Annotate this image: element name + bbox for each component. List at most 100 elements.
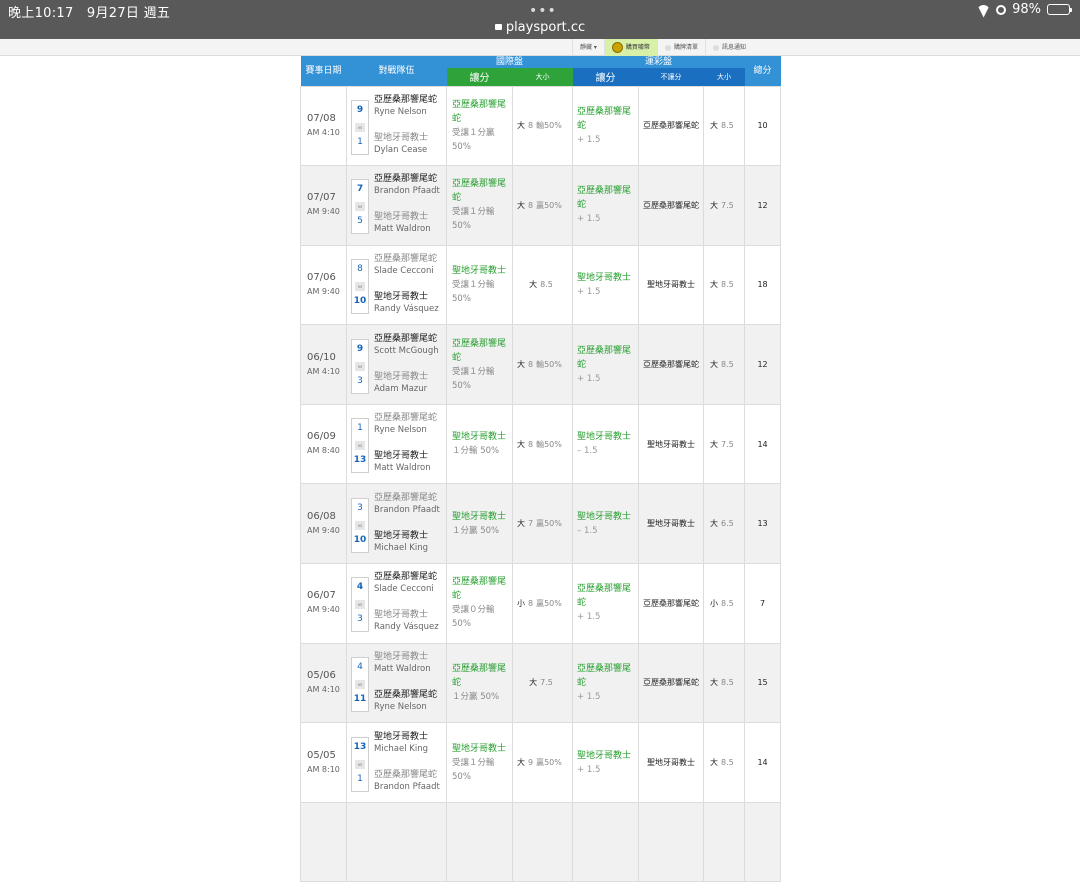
score-home: 1 bbox=[357, 773, 363, 784]
tab-label: 靜藏 ▾ bbox=[580, 44, 597, 51]
intl-spread-result: １分贏 50% bbox=[452, 691, 500, 702]
sl-ou-cell: 大 8.5 bbox=[703, 85, 746, 167]
score-box: 3 vs 10 bbox=[351, 497, 369, 553]
ios-status-bar: 晚上10:17 9月27日 週五 ••• playsport.cc 98% bbox=[0, 0, 1080, 39]
sl-spread-cell: 亞歷桑那響尾蛇 + 1.5 bbox=[572, 165, 640, 246]
sl-spread-pick: 亞歷桑那響尾蛇 bbox=[577, 106, 632, 131]
tab-buy-coins[interactable]: 購買噱幣 bbox=[603, 39, 657, 56]
vs-label: vs bbox=[355, 520, 365, 530]
sl-nospread-pick: 亞歷桑那響尾蛇 bbox=[643, 360, 700, 370]
sl-spread-cell: 亞歷桑那響尾蛇 + 1.5 bbox=[572, 85, 640, 167]
sl-spread-pick: 聖地牙哥教士 bbox=[577, 272, 632, 283]
away-team: 亞歷桑那響尾蛇 Slade Cecconi bbox=[374, 571, 437, 595]
game-date-cell: 07/08 AM 4:10 bbox=[300, 85, 347, 167]
vs-label: vs bbox=[355, 122, 365, 132]
sl-spread-value: – 1.5 bbox=[577, 446, 598, 457]
sl-nospread-pick: 聖地牙哥教士 bbox=[647, 280, 696, 290]
intl-spread-result: 受讓１分輸50% bbox=[452, 279, 495, 304]
sl-ou-line: 8.5 bbox=[721, 121, 734, 131]
sl-nospread-pick: 亞歷桑那響尾蛇 bbox=[643, 121, 700, 131]
away-team: 亞歷桑那響尾蛇 Brandon Pfaadt bbox=[374, 492, 440, 516]
game-date: 07/08 bbox=[307, 112, 336, 124]
away-team: 聖地牙哥教士 Matt Waldron bbox=[374, 651, 431, 675]
team-name: 聖地牙哥教士 bbox=[374, 651, 429, 662]
team-name: 亞歷桑那響尾蛇 bbox=[374, 572, 438, 583]
multitask-dots-icon[interactable]: ••• bbox=[529, 3, 557, 19]
pitcher-name: Matt Waldron bbox=[374, 224, 431, 235]
team-name: 聖地牙哥教士 bbox=[374, 291, 429, 302]
total-score-cell: 12 bbox=[744, 165, 782, 246]
table-row: 07/08 AM 4:10 9 vs 1 亞歷桑那響尾蛇 Ryne Nelson 聖地牙哥教士… bbox=[300, 85, 782, 167]
pitcher-name: Brandon Pfaadt bbox=[374, 504, 440, 515]
intl-ou-side: 小 bbox=[517, 598, 525, 608]
tab-notifications[interactable]: 訊息通知 bbox=[704, 39, 753, 56]
intl-spread-result: 受讓１分輸50% bbox=[452, 757, 495, 782]
score-box: 4 vs 11 bbox=[351, 656, 369, 712]
intl-ou-line: 7 bbox=[528, 519, 534, 529]
header-total: 總分 bbox=[744, 56, 781, 86]
pitcher-name: Randy Vásquez bbox=[374, 622, 439, 633]
sl-spread-pick: 聖地牙哥教士 bbox=[577, 511, 632, 522]
game-time: AM 4:10 bbox=[307, 366, 340, 376]
away-team: 亞歷桑那響尾蛇 Ryne Nelson bbox=[374, 94, 437, 118]
team-name: 聖地牙哥教士 bbox=[374, 530, 429, 541]
sl-ou-cell: 大 8.5 bbox=[703, 722, 746, 803]
intl-ou-cell: 大 8 輸50% bbox=[511, 403, 574, 485]
intl-ou-cell: 大 9 贏50% bbox=[511, 722, 574, 803]
intl-spread-pick: 亞歷桑那響尾蛇 bbox=[452, 179, 507, 204]
intl-ou-cell: 大 7.5 bbox=[511, 642, 574, 724]
site-top-bar: 靜藏 ▾ 購買噱幣 購牌清單 訊息通知 bbox=[0, 39, 1080, 56]
team-name: 亞歷桑那響尾蛇 bbox=[374, 492, 438, 503]
pitcher-name: Slade Cecconi bbox=[374, 265, 434, 276]
intl-spread-cell: 聖地牙哥教士 １分贏 50% bbox=[446, 483, 513, 565]
game-time: AM 8:40 bbox=[307, 446, 340, 456]
team-name: 聖地牙哥教士 bbox=[374, 132, 429, 143]
team-name: 亞歷桑那響尾蛇 bbox=[374, 413, 438, 424]
score-box: 1 vs 13 bbox=[351, 418, 369, 474]
game-date: 06/10 bbox=[307, 351, 336, 363]
game-time: AM 9:40 bbox=[307, 286, 340, 296]
home-team: 亞歷桑那響尾蛇 Brandon Pfaadt bbox=[374, 769, 440, 793]
sl-nospread-pick: 聖地牙哥教士 bbox=[647, 439, 696, 449]
game-date: 05/06 bbox=[307, 669, 336, 681]
intl-ou-side: 大 bbox=[529, 678, 538, 688]
sl-nospread-pick: 聖地牙哥教士 bbox=[647, 758, 696, 768]
intl-spread-pick: 亞歷桑那響尾蛇 bbox=[452, 99, 507, 124]
matchup-cell: 4 vs 3 亞歷桑那響尾蛇 Slade Cecconi 聖地牙哥教士 Randy Vásq… bbox=[346, 563, 447, 644]
sl-spread-pick: 亞歷桑那響尾蛇 bbox=[577, 663, 632, 688]
sl-ou-side: 大 bbox=[710, 360, 719, 370]
intl-spread-pick: 亞歷桑那響尾蛇 bbox=[452, 663, 507, 688]
header-sl-ou: 大小 bbox=[703, 68, 745, 86]
score-home: 10 bbox=[353, 295, 367, 306]
intl-ou-line: 7.5 bbox=[540, 678, 553, 688]
pitcher-name: Matt Waldron bbox=[374, 463, 431, 474]
lock-icon bbox=[494, 24, 502, 30]
intl-ou-cell: 大 8 贏50% bbox=[511, 165, 574, 246]
sl-nospread-cell: 亞歷桑那響尾蛇 bbox=[638, 85, 705, 167]
tab-purchase-list[interactable]: 購牌清單 bbox=[656, 39, 705, 56]
home-team: 聖地牙哥教士 Matt Waldron bbox=[374, 211, 431, 235]
game-date-cell: 06/08 AM 9:40 bbox=[300, 483, 347, 565]
score-home: 3 bbox=[357, 614, 363, 625]
matchup-cell: 3 vs 10 亞歷桑那響尾蛇 Brandon Pfaadt 聖地牙哥教士 Michael … bbox=[346, 483, 447, 565]
score-away: 7 bbox=[356, 184, 364, 195]
intl-spread-cell: 聖地牙哥教士 受讓１分輸50% bbox=[446, 244, 513, 326]
intl-ou-result: 輸50% bbox=[536, 439, 562, 449]
list-icon bbox=[664, 44, 671, 51]
address-bar[interactable]: playsport.cc bbox=[0, 20, 1080, 35]
sl-spread-cell: 亞歷桑那響尾蛇 + 1.5 bbox=[572, 642, 640, 724]
intl-spread-pick: 亞歷桑那響尾蛇 bbox=[452, 577, 507, 602]
alarm-icon bbox=[996, 4, 1007, 15]
tab-collection[interactable]: 靜藏 ▾ bbox=[572, 39, 604, 56]
score-home: 11 bbox=[353, 693, 367, 704]
sl-spread-value: + 1.5 bbox=[577, 214, 601, 225]
intl-spread-pick: 聖地牙哥教士 bbox=[452, 743, 507, 754]
away-team: 亞歷桑那響尾蛇 Scott McGough bbox=[374, 333, 439, 357]
total-score: 12 bbox=[757, 360, 768, 370]
score-away: 1 bbox=[357, 423, 363, 434]
wifi-icon bbox=[977, 5, 990, 15]
sl-spread-value: + 1.5 bbox=[577, 373, 601, 384]
header-international: 國際盤 bbox=[446, 56, 573, 68]
intl-spread-pick: 聖地牙哥教士 bbox=[452, 432, 507, 443]
sl-nospread-cell: 亞歷桑那響尾蛇 bbox=[638, 642, 705, 724]
